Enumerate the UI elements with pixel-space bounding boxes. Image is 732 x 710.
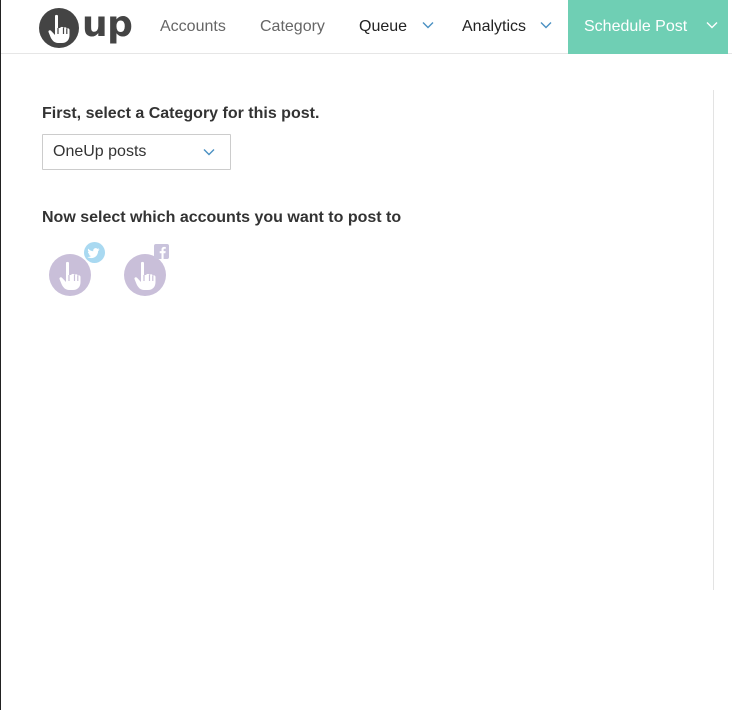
logo-wordmark: up [82,4,133,45]
nav-analytics-label: Analytics [462,18,527,35]
chevron-down-icon [540,21,552,29]
accounts-prompt: Now select which accounts you want to po… [42,209,402,226]
account-facebook[interactable] [117,244,177,300]
app-window: up Accounts Category Queue Analytics Sch… [0,0,732,710]
account-twitter[interactable] [42,242,105,300]
content-divider [713,90,714,590]
pointing-hand-logo-icon [39,8,79,48]
twitter-bird-glyph [87,248,100,259]
nav-analytics-dropdown[interactable]: Analytics [462,0,552,54]
pointing-hand-icon [134,261,156,290]
facebook-icon [154,244,169,259]
twitter-icon [84,242,105,263]
nav-category-label: Category [260,18,325,35]
oneup-logo[interactable]: up [38,4,133,49]
category-select-value: OneUp posts [53,143,147,160]
nav-queue-dropdown[interactable]: Queue [359,0,434,54]
chevron-down-icon [706,21,718,29]
category-select[interactable]: OneUp posts [42,134,231,170]
category-prompt: First, select a Category for this post. [42,105,320,122]
top-navbar: up Accounts Category Queue Analytics Sch… [1,0,732,54]
nav-queue-label: Queue [359,18,408,35]
nav-accounts-label: Accounts [160,18,226,35]
chevron-down-icon [422,21,433,29]
nav-accounts[interactable]: Accounts [160,0,226,54]
nav-category[interactable]: Category [260,0,325,54]
schedule-post-label: Schedule Post [584,18,688,35]
chevron-down-icon [203,149,215,156]
facebook-f-glyph [159,246,166,259]
schedule-post-button[interactable]: Schedule Post [568,0,728,54]
avatar [124,254,166,296]
